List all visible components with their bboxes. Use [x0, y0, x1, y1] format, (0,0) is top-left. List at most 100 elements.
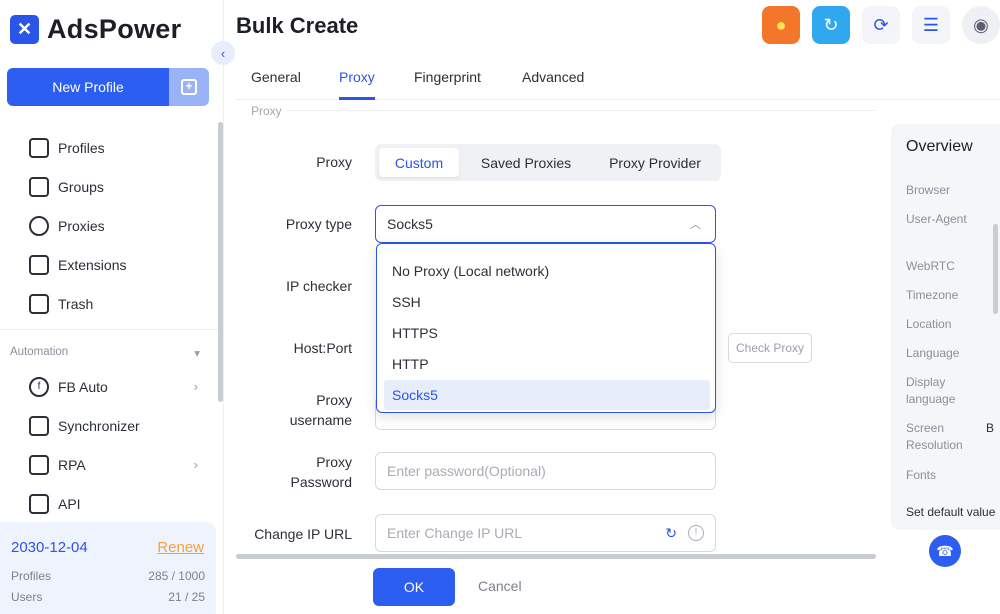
robot-icon	[29, 454, 49, 475]
new-profile-button[interactable]: New Profile	[7, 68, 169, 106]
sidebar-item-profiles[interactable]: Profiles	[0, 128, 216, 167]
overview-title: Overview	[906, 138, 973, 155]
plus-square-icon: +	[181, 79, 197, 95]
label-line: Password	[290, 474, 352, 490]
sidebar-scrollbar[interactable]	[218, 122, 223, 402]
proxy-option-custom[interactable]: Custom	[379, 148, 459, 177]
ok-button[interactable]: OK	[373, 568, 455, 606]
chevron-right-icon: ›	[193, 379, 198, 394]
proxy-password-label: Proxy Password	[236, 452, 352, 492]
sidebar-nav: Profiles Groups Proxies Extensions Trash	[0, 128, 216, 323]
adspower-logo-icon: ✕	[10, 15, 39, 44]
tab-general[interactable]: General	[251, 69, 301, 85]
profiles-usage-label: Profiles	[11, 569, 52, 583]
check-proxy-button[interactable]: Check Proxy	[728, 333, 812, 363]
change-ip-url-label: Change IP URL	[254, 526, 352, 542]
overview-browser: Browser	[906, 183, 951, 197]
sidebar-item-label: API	[58, 495, 81, 512]
list-icon[interactable]: ☰	[912, 6, 950, 44]
sidebar-item-label: Trash	[58, 295, 94, 312]
chevron-right-icon: ›	[193, 457, 198, 472]
label-line: username	[289, 412, 352, 428]
proxy-type-dropdown: No Proxy (Local network) SSH HTTPS HTTP …	[376, 243, 716, 413]
trash-icon	[29, 293, 49, 314]
change-ip-url-input[interactable]: Enter Change IP URL ↻!	[375, 514, 716, 552]
renew-link[interactable]: Renew	[157, 539, 204, 556]
profiles-usage-row: Profiles 285 / 1000	[11, 569, 205, 583]
dropdown-option-http[interactable]: HTTP	[384, 349, 710, 379]
sidebar-item-api[interactable]: API	[0, 484, 216, 523]
section-label: Proxy	[251, 104, 282, 118]
api-icon	[29, 493, 49, 514]
sidebar-item-synchronizer[interactable]: Synchronizer	[0, 406, 216, 445]
update-icon[interactable]: ⟳	[862, 6, 900, 44]
dropdown-option-no-proxy[interactable]: No Proxy (Local network)	[384, 256, 710, 286]
sidebar-item-groups[interactable]: Groups	[0, 167, 216, 206]
tab-proxy[interactable]: Proxy	[339, 69, 375, 85]
sidebar-item-proxies[interactable]: Proxies	[0, 206, 216, 245]
ip-checker-label: IP checker	[286, 278, 352, 294]
profiles-usage-value: 285 / 1000	[148, 569, 205, 583]
sidebar-item-extensions[interactable]: Extensions	[0, 245, 216, 284]
collapse-sidebar-button[interactable]: ‹	[211, 41, 235, 65]
users-usage-label: Users	[11, 590, 43, 604]
coin-icon[interactable]: ●	[762, 6, 800, 44]
overview-screen-value: B	[986, 421, 995, 435]
support-chat-icon[interactable]: ☎	[929, 535, 961, 567]
proxy-label: Proxy	[316, 154, 352, 170]
caret-down-icon: ▾	[194, 348, 200, 360]
sidebar-divider	[0, 329, 224, 330]
set-default-value-link[interactable]: Set default value	[906, 504, 1000, 521]
subscription-card: 2030-12-04 Renew Profiles 285 / 1000 User…	[0, 522, 216, 614]
globe-icon	[29, 215, 49, 236]
dropdown-option-socks5[interactable]: Socks5	[384, 380, 710, 410]
sidebar-item-trash[interactable]: Trash	[0, 284, 216, 323]
users-usage-value: 21 / 25	[168, 590, 205, 604]
automation-section-header[interactable]: Automation ▾	[10, 346, 200, 360]
sidebar-item-label: Groups	[58, 178, 104, 195]
avatar[interactable]: ◉	[962, 6, 1000, 44]
overview-timezone: Timezone	[906, 288, 959, 302]
change-ip-url-placeholder: Enter Change IP URL	[387, 525, 523, 541]
automation-label: Automation	[10, 346, 69, 358]
tab-advanced[interactable]: Advanced	[522, 69, 584, 85]
proxy-type-select[interactable]: Socks5 ︿	[375, 205, 716, 243]
overview-user-agent: User-Agent	[906, 212, 967, 226]
overview-panel: Overview Browser User-Agent WebRTC Timez…	[891, 124, 1000, 530]
proxy-type-value: Socks5	[387, 216, 433, 232]
sidebar-item-label: Profiles	[58, 139, 105, 156]
brand-logo[interactable]: ✕ AdsPower	[10, 14, 181, 45]
proxy-type-label: Proxy type	[285, 216, 352, 232]
cancel-button[interactable]: Cancel	[478, 578, 522, 594]
overview-scrollbar[interactable]	[993, 224, 998, 314]
form-footer: OK Cancel	[236, 560, 1000, 614]
tab-fingerprint[interactable]: Fingerprint	[414, 69, 481, 85]
overview-webrtc: WebRTC	[906, 259, 955, 273]
refresh-app-icon[interactable]: ↻	[812, 6, 850, 44]
sidebar-item-fb-auto[interactable]: f FB Auto ›	[0, 367, 216, 406]
dropdown-option-ssh[interactable]: SSH	[384, 287, 710, 317]
sidebar-item-rpa[interactable]: RPA ›	[0, 445, 216, 484]
proxy-option-saved[interactable]: Saved Proxies	[465, 148, 587, 177]
horizontal-scrollbar[interactable]	[236, 554, 876, 559]
add-profile-button[interactable]: +	[169, 68, 209, 106]
proxy-password-input[interactable]: Enter password(Optional)	[375, 452, 716, 490]
section-divider	[286, 110, 876, 111]
automation-nav: f FB Auto › Synchronizer RPA › API	[0, 367, 216, 523]
overview-location: Location	[906, 317, 952, 331]
sidebar-item-label: Extensions	[58, 256, 127, 273]
refresh-icon[interactable]: ↻	[665, 525, 677, 542]
puzzle-icon	[29, 254, 49, 275]
overview-display-language: Display language	[906, 375, 956, 406]
tab-bar: General Proxy Fingerprint Advanced	[236, 54, 1000, 100]
profiles-icon	[29, 137, 49, 158]
overview-language: Language	[906, 346, 960, 360]
sidebar: ✕ AdsPower New Profile + Profiles Groups…	[0, 0, 224, 614]
users-usage-row: Users 21 / 25	[11, 590, 205, 604]
brand-name: AdsPower	[47, 14, 182, 44]
proxy-option-provider[interactable]: Proxy Provider	[593, 148, 717, 177]
info-icon[interactable]: !	[688, 525, 704, 541]
sidebar-item-label: Synchronizer	[58, 417, 140, 434]
sidebar-item-label: Proxies	[58, 217, 105, 234]
dropdown-option-https[interactable]: HTTPS	[384, 318, 710, 348]
